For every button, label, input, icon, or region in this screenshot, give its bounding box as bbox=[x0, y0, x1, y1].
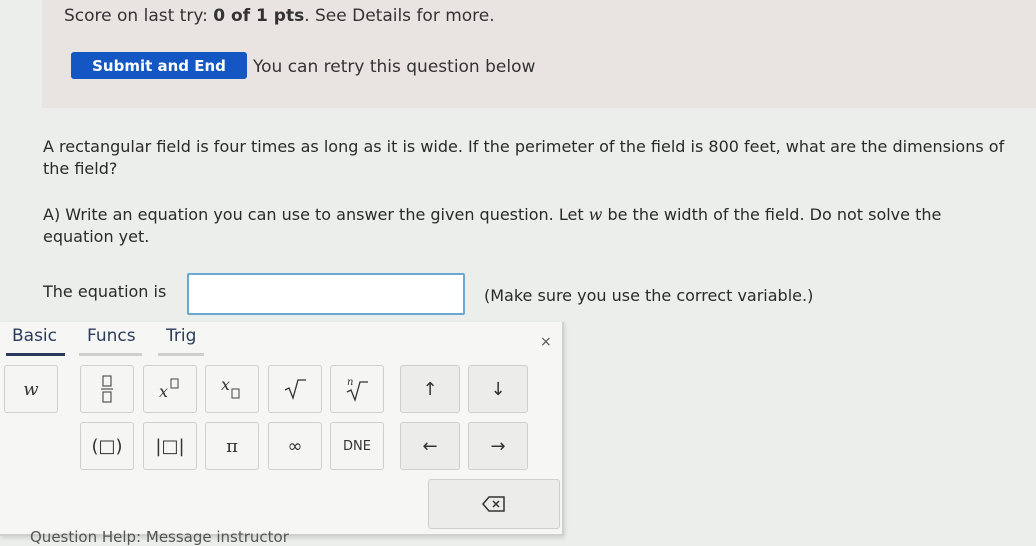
key-infinity[interactable]: ∞ bbox=[268, 422, 322, 470]
part-a-instructions: A) Write an equation you can use to answ… bbox=[43, 204, 1003, 248]
equation-input[interactable] bbox=[187, 273, 465, 315]
svg-text:x: x bbox=[221, 376, 230, 394]
score-text: Score on last try: 0 of 1 pts. See Detai… bbox=[64, 6, 495, 26]
tab-basic-label: Basic bbox=[12, 326, 58, 346]
score-panel: Score on last try: 0 of 1 pts. See Detai… bbox=[42, 0, 1036, 108]
score-suffix: . See Details for more. bbox=[304, 6, 495, 26]
svg-text:x: x bbox=[159, 382, 168, 401]
key-parentheses[interactable]: (□) bbox=[80, 422, 134, 470]
sqrt-icon bbox=[284, 379, 306, 401]
score-prefix: Score on last try: bbox=[64, 6, 214, 26]
tab-underline bbox=[79, 353, 142, 356]
key-pi[interactable]: π bbox=[205, 422, 259, 470]
fraction-icon bbox=[101, 375, 113, 403]
key-fraction[interactable] bbox=[80, 365, 134, 413]
tab-trig[interactable]: Trig bbox=[158, 326, 205, 356]
variable-w: w bbox=[588, 205, 603, 224]
close-keypad-icon[interactable]: × bbox=[540, 334, 552, 350]
nth-root-icon: n bbox=[346, 377, 368, 403]
part-a-prefix: A) Write an equation you can use to answ… bbox=[43, 205, 589, 224]
svg-text:n: n bbox=[347, 377, 353, 388]
tab-trig-label: Trig bbox=[166, 326, 197, 346]
key-dne[interactable]: DNE bbox=[330, 422, 384, 470]
tab-basic[interactable]: Basic bbox=[6, 326, 66, 356]
key-exponent[interactable]: x bbox=[143, 365, 197, 413]
retry-text: You can retry this question below bbox=[253, 57, 536, 77]
key-down-arrow[interactable]: ↓ bbox=[468, 365, 528, 413]
tab-underline bbox=[6, 353, 66, 356]
key-up-arrow[interactable]: ↑ bbox=[400, 365, 460, 413]
submit-and-end-button[interactable]: Submit and End bbox=[71, 52, 247, 79]
equation-hint: (Make sure you use the correct variable.… bbox=[484, 286, 814, 305]
key-w[interactable]: w bbox=[4, 365, 58, 413]
key-backspace[interactable] bbox=[428, 479, 560, 529]
question-text: A rectangular field is four times as lon… bbox=[43, 137, 1005, 178]
key-absolute-value[interactable]: |□| bbox=[143, 422, 197, 470]
key-left-arrow[interactable]: ← bbox=[400, 422, 460, 470]
key-subscript[interactable]: x bbox=[205, 365, 259, 413]
tab-underline bbox=[158, 353, 205, 356]
score-value: 0 of 1 pts bbox=[213, 6, 305, 26]
equation-label: The equation is bbox=[43, 282, 167, 301]
question-help-text: Question Help: Message instructor bbox=[30, 528, 289, 546]
key-nth-root[interactable]: n bbox=[330, 365, 384, 413]
tab-funcs[interactable]: Funcs bbox=[79, 326, 142, 356]
subscript-icon: x bbox=[221, 376, 240, 399]
exponent-icon: x bbox=[159, 378, 179, 401]
key-right-arrow[interactable]: → bbox=[468, 422, 528, 470]
math-keypad: Basic Funcs Trig × w x x n ↑ ↓ (□) |□| π… bbox=[0, 322, 564, 536]
tab-funcs-label: Funcs bbox=[87, 326, 136, 346]
key-sqrt[interactable] bbox=[268, 365, 322, 413]
backspace-icon bbox=[482, 496, 505, 512]
